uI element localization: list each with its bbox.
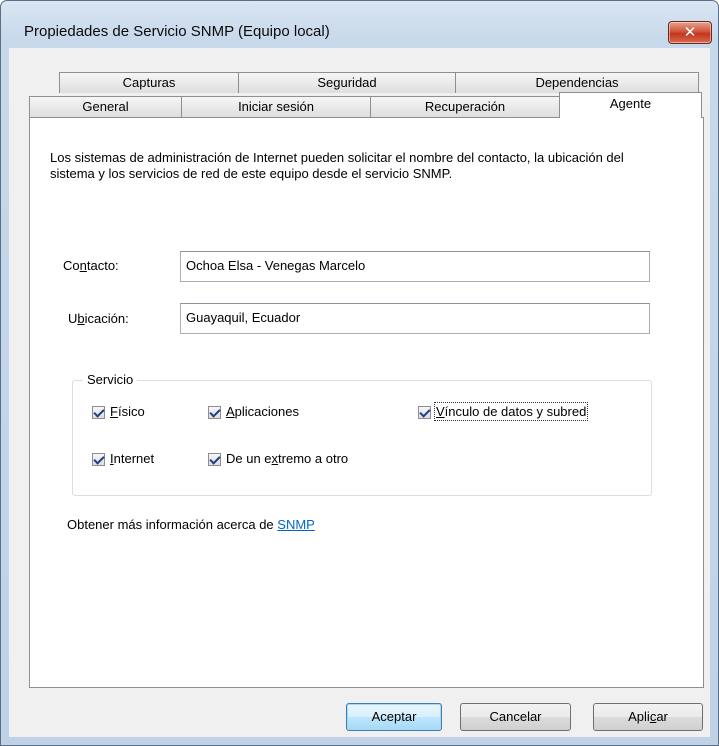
ok-button[interactable]: Aceptar	[346, 703, 442, 731]
title-bar[interactable]: Propiedades de Servicio SNMP (Equipo loc…	[1, 1, 718, 47]
tab-recuperacion[interactable]: Recuperación	[370, 96, 560, 117]
tab-agente[interactable]: Agente	[559, 92, 702, 118]
checkbox-extremo-a-otro[interactable]: De un extremo a otro	[208, 451, 348, 466]
checkbox-checked-icon[interactable]	[418, 406, 431, 419]
contact-field[interactable]	[180, 251, 650, 282]
cancel-button[interactable]: Cancelar	[460, 703, 571, 731]
service-legend: Servicio	[83, 372, 138, 387]
agent-description: Los sistemas de administración de Intern…	[50, 150, 624, 181]
contact-label: Contacto:	[63, 258, 119, 273]
tab-capturas[interactable]: Capturas	[59, 72, 239, 93]
snmp-help-link[interactable]: SNMP	[277, 517, 315, 532]
window-title: Propiedades de Servicio SNMP (Equipo loc…	[24, 23, 330, 40]
tab-general[interactable]: General	[29, 96, 182, 117]
checkbox-checked-icon[interactable]	[92, 406, 105, 419]
close-button[interactable]: ✕	[668, 21, 712, 44]
location-field[interactable]	[180, 303, 650, 334]
location-label: Ubicación:	[68, 311, 129, 326]
apply-button[interactable]: Aplicar	[593, 703, 703, 731]
tab-seguridad[interactable]: Seguridad	[238, 72, 456, 93]
checkbox-vinculo-datos-subred[interactable]: Vínculo de datos y subred	[418, 402, 589, 421]
close-icon: ✕	[683, 23, 697, 41]
location-input[interactable]	[186, 310, 646, 325]
checkbox-fisico[interactable]: Físico	[92, 404, 145, 419]
checkbox-checked-icon[interactable]	[92, 453, 105, 466]
service-groupbox	[72, 380, 652, 496]
tab-dependencias[interactable]: Dependencias	[455, 72, 699, 93]
checkbox-internet[interactable]: Internet	[92, 451, 154, 466]
contact-input[interactable]	[186, 258, 646, 273]
tab-iniciar-sesion[interactable]: Iniciar sesión	[181, 96, 371, 117]
checkbox-checked-icon[interactable]	[208, 406, 221, 419]
checkbox-checked-icon[interactable]	[208, 453, 221, 466]
more-info-text: Obtener más información acerca de SNMP	[67, 517, 315, 532]
checkbox-aplicaciones[interactable]: Aplicaciones	[208, 404, 299, 419]
